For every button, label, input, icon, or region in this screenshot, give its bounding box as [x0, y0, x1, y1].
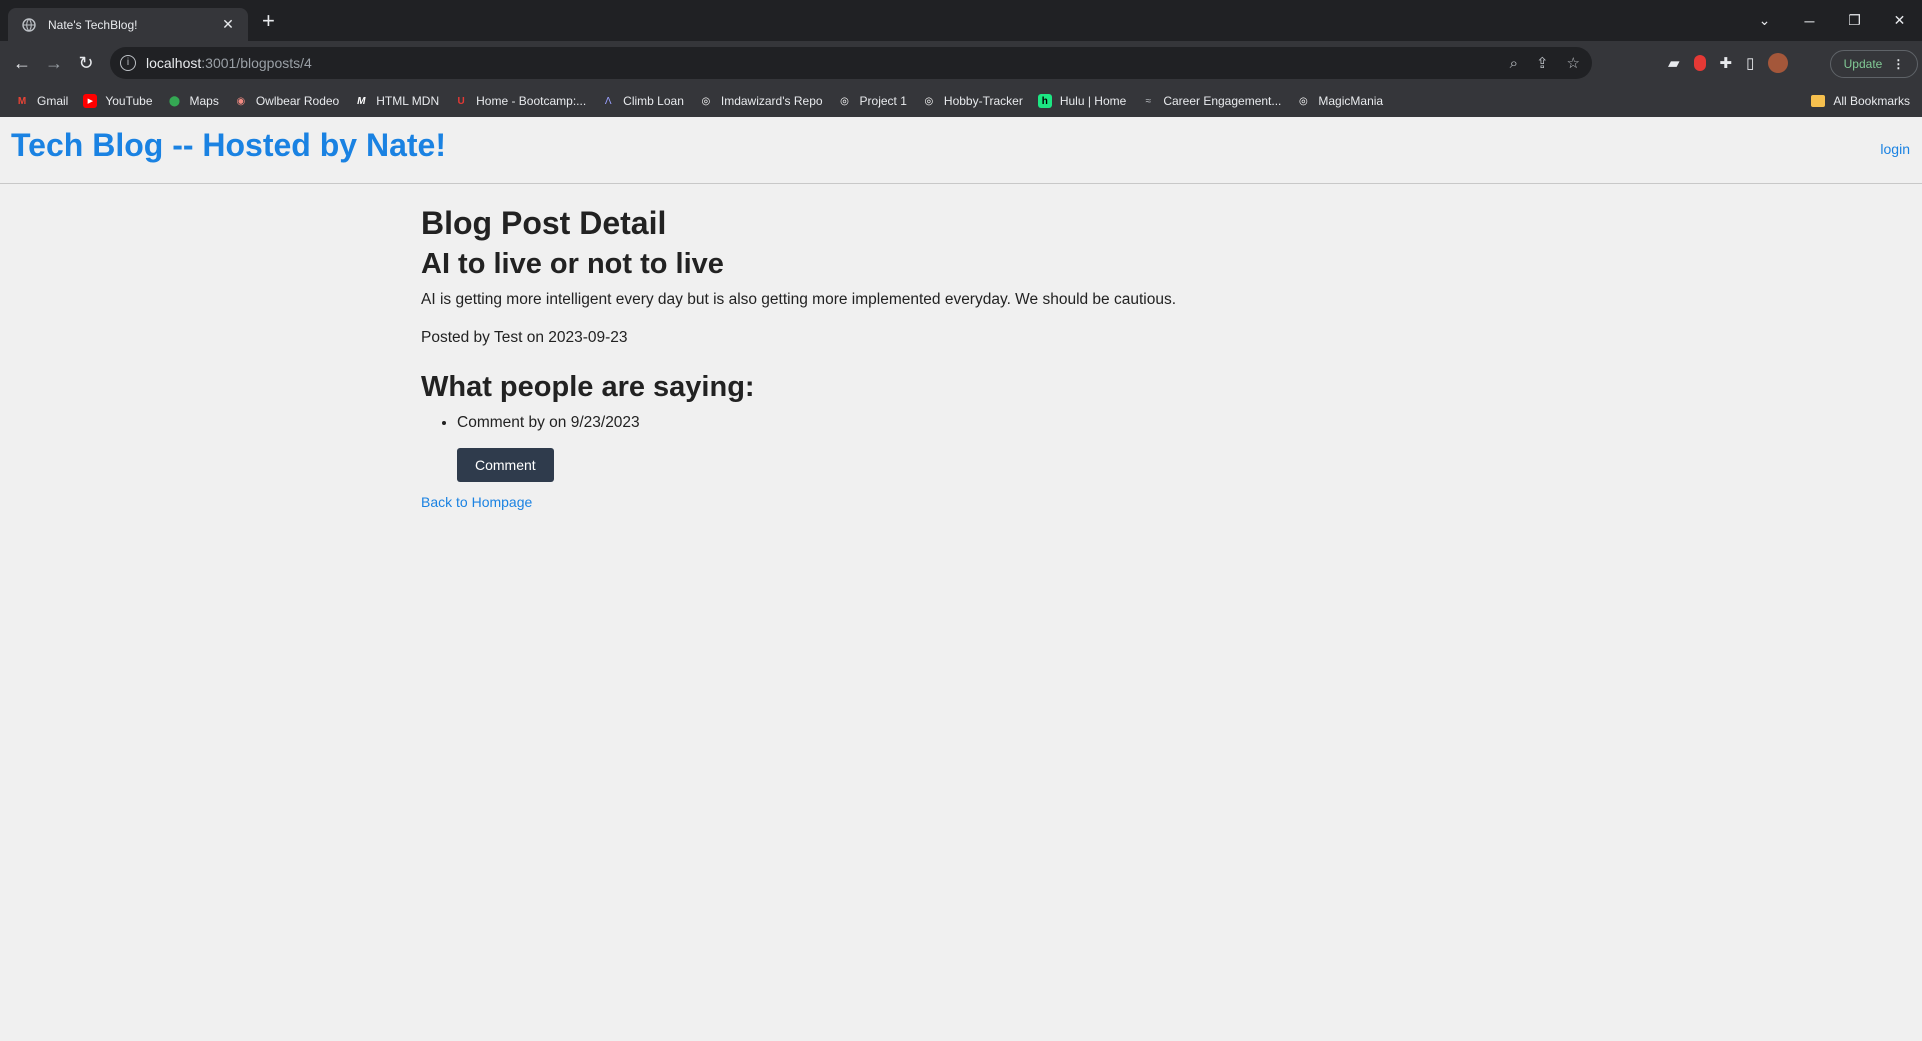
web-page: Tech Blog -- Hosted by Nate! login Blog … — [0, 117, 1922, 1041]
github-icon: ◎ — [1299, 95, 1308, 107]
bookmark-project-1[interactable]: ◎ Project 1 — [838, 94, 907, 108]
browser-tab-strip: Nate's TechBlog! ✕ + ⌄ ─ ❐ ✕ — [0, 0, 1922, 41]
bookmark-label: Home - Bootcamp:... — [476, 94, 587, 108]
side-panel-icon[interactable]: ▯ — [1746, 54, 1754, 72]
puzzle-extensions-icon[interactable]: ✚ — [1720, 54, 1733, 72]
share-icon[interactable]: ⇪ — [1536, 54, 1549, 72]
bookmark-label: Owlbear Rodeo — [255, 94, 340, 108]
gmail-icon: M — [17, 95, 27, 107]
bookmark-label: Project 1 — [859, 94, 907, 108]
bookmark-owlbear[interactable]: ◉ Owlbear Rodeo — [234, 94, 339, 108]
bookmark-label: HTML MDN — [376, 94, 440, 108]
extension-badge-icon[interactable]: ▰ — [1668, 54, 1680, 72]
back-to-homepage-link[interactable]: Back to Hompage — [421, 494, 1176, 510]
comments-heading: What people are saying: — [421, 371, 755, 403]
bookmark-label: Imdawizard's Repo — [720, 94, 823, 108]
climb-icon: Λ — [604, 95, 612, 107]
reload-icon[interactable]: ↻ — [70, 53, 102, 74]
extensions-area: ▰ ✚ ▯ — [1668, 47, 1789, 79]
bookmark-climb-loan[interactable]: Λ Climb Loan — [601, 94, 684, 108]
address-bar[interactable]: i localhost:3001/blogposts/4 ⌕ ⇪ ☆ — [110, 47, 1592, 79]
folder-icon — [1811, 95, 1826, 107]
url-host: localhost — [146, 55, 202, 71]
github-icon: ◎ — [924, 95, 934, 107]
bootcamp-icon: U — [457, 95, 465, 107]
bookmark-label: Hulu | Home — [1059, 94, 1127, 108]
mdn-icon: M — [357, 95, 366, 107]
browser-toolbar: ← → ↻ i localhost:3001/blogposts/4 ⌕ ⇪ ☆… — [0, 41, 1922, 85]
menu-kebab-icon[interactable]: ⋮ — [1892, 57, 1904, 71]
bookmark-label: Climb Loan — [623, 94, 684, 108]
back-arrow-icon[interactable]: ← — [6, 53, 38, 74]
hulu-icon: h — [1037, 94, 1052, 108]
bookmark-mdn[interactable]: M HTML MDN — [354, 94, 439, 108]
github-icon: ◎ — [840, 95, 849, 107]
bookmark-career[interactable]: ≈ Career Engagement... — [1141, 94, 1282, 108]
zoom-icon[interactable]: ⌕ — [1510, 55, 1518, 72]
bookmark-label: Career Engagement... — [1163, 94, 1282, 108]
update-button[interactable]: Update ⋮ — [1830, 50, 1918, 78]
bookmark-label: YouTube — [105, 94, 153, 108]
bookmark-magicmania[interactable]: ◎ MagicMania — [1296, 94, 1383, 108]
update-label: Update — [1843, 57, 1883, 71]
restore-icon[interactable]: ❐ — [1832, 12, 1877, 29]
minimize-icon[interactable]: ─ — [1787, 13, 1832, 29]
bookmarks-bar: M Gmail ▶ YouTube ⬤ Maps ◉ Owlbear Rodeo M HT… — [0, 85, 1922, 117]
github-icon: ◎ — [701, 95, 711, 107]
bookmark-imdawizard-repo[interactable]: ◎ Imdawizard's Repo — [699, 94, 823, 108]
all-bookmarks-label: All Bookmarks — [1833, 94, 1910, 108]
new-tab-icon[interactable]: + — [262, 10, 275, 32]
owlbear-icon: ◉ — [236, 95, 246, 107]
page-heading: Blog Post Detail — [421, 205, 667, 241]
bookmark-youtube[interactable]: ▶ YouTube — [83, 94, 153, 108]
bookmark-label: Hobby-Tracker — [943, 94, 1023, 108]
site-header: Tech Blog -- Hosted by Nate! login — [0, 117, 1922, 184]
forward-arrow-icon[interactable]: → — [38, 53, 70, 74]
comment-list: Comment by on 9/23/2023 — [421, 414, 1176, 432]
post-meta: Posted by Test on 2023-09-23 — [421, 329, 628, 346]
window-controls: ⌄ ─ ❐ ✕ — [1742, 0, 1922, 41]
extension-red-icon[interactable] — [1693, 55, 1706, 71]
site-title[interactable]: Tech Blog -- Hosted by Nate! — [11, 127, 446, 164]
comment-item: Comment by on 9/23/2023 — [457, 414, 1176, 432]
bookmark-gmail[interactable]: M Gmail — [15, 94, 69, 108]
bookmark-hulu[interactable]: h Hulu | Home — [1037, 94, 1127, 108]
bookmark-hobby-tracker[interactable]: ◎ Hobby-Tracker — [922, 94, 1023, 108]
post-body: AI is getting more intelligent every day… — [421, 291, 1177, 308]
bookmark-label: Gmail — [37, 94, 69, 108]
post-title: AI to live or not to live — [421, 248, 724, 280]
maps-icon: ⬤ — [168, 95, 181, 107]
career-icon: ≈ — [1145, 95, 1152, 107]
bookmark-star-icon[interactable]: ☆ — [1567, 54, 1580, 72]
bookmark-label: MagicMania — [1318, 94, 1384, 108]
url-path: :3001/blogposts/4 — [201, 55, 312, 71]
tab-search-chevron-icon[interactable]: ⌄ — [1742, 12, 1787, 29]
comment-button[interactable]: Comment — [457, 448, 554, 482]
post-detail: Blog Post Detail AI to live or not to li… — [421, 205, 1176, 510]
login-link[interactable]: login — [1880, 141, 1910, 157]
tab-title: Nate's TechBlog! — [48, 17, 138, 32]
profile-avatar[interactable] — [1768, 53, 1789, 73]
bookmark-label: Maps — [189, 94, 219, 108]
bookmark-maps[interactable]: ⬤ Maps — [168, 94, 219, 108]
bookmark-bootcamp[interactable]: U Home - Bootcamp:... — [454, 94, 587, 108]
all-bookmarks[interactable]: All Bookmarks — [1811, 85, 1910, 117]
close-window-icon[interactable]: ✕ — [1877, 12, 1922, 29]
globe-icon — [22, 17, 38, 32]
youtube-icon: ▶ — [83, 94, 98, 108]
omnibox-actions: ⌕ ⇪ ☆ — [1510, 47, 1580, 79]
close-tab-icon[interactable]: ✕ — [216, 16, 240, 33]
browser-tab-active[interactable]: Nate's TechBlog! ✕ — [8, 8, 248, 41]
site-info-icon[interactable]: i — [120, 55, 136, 71]
